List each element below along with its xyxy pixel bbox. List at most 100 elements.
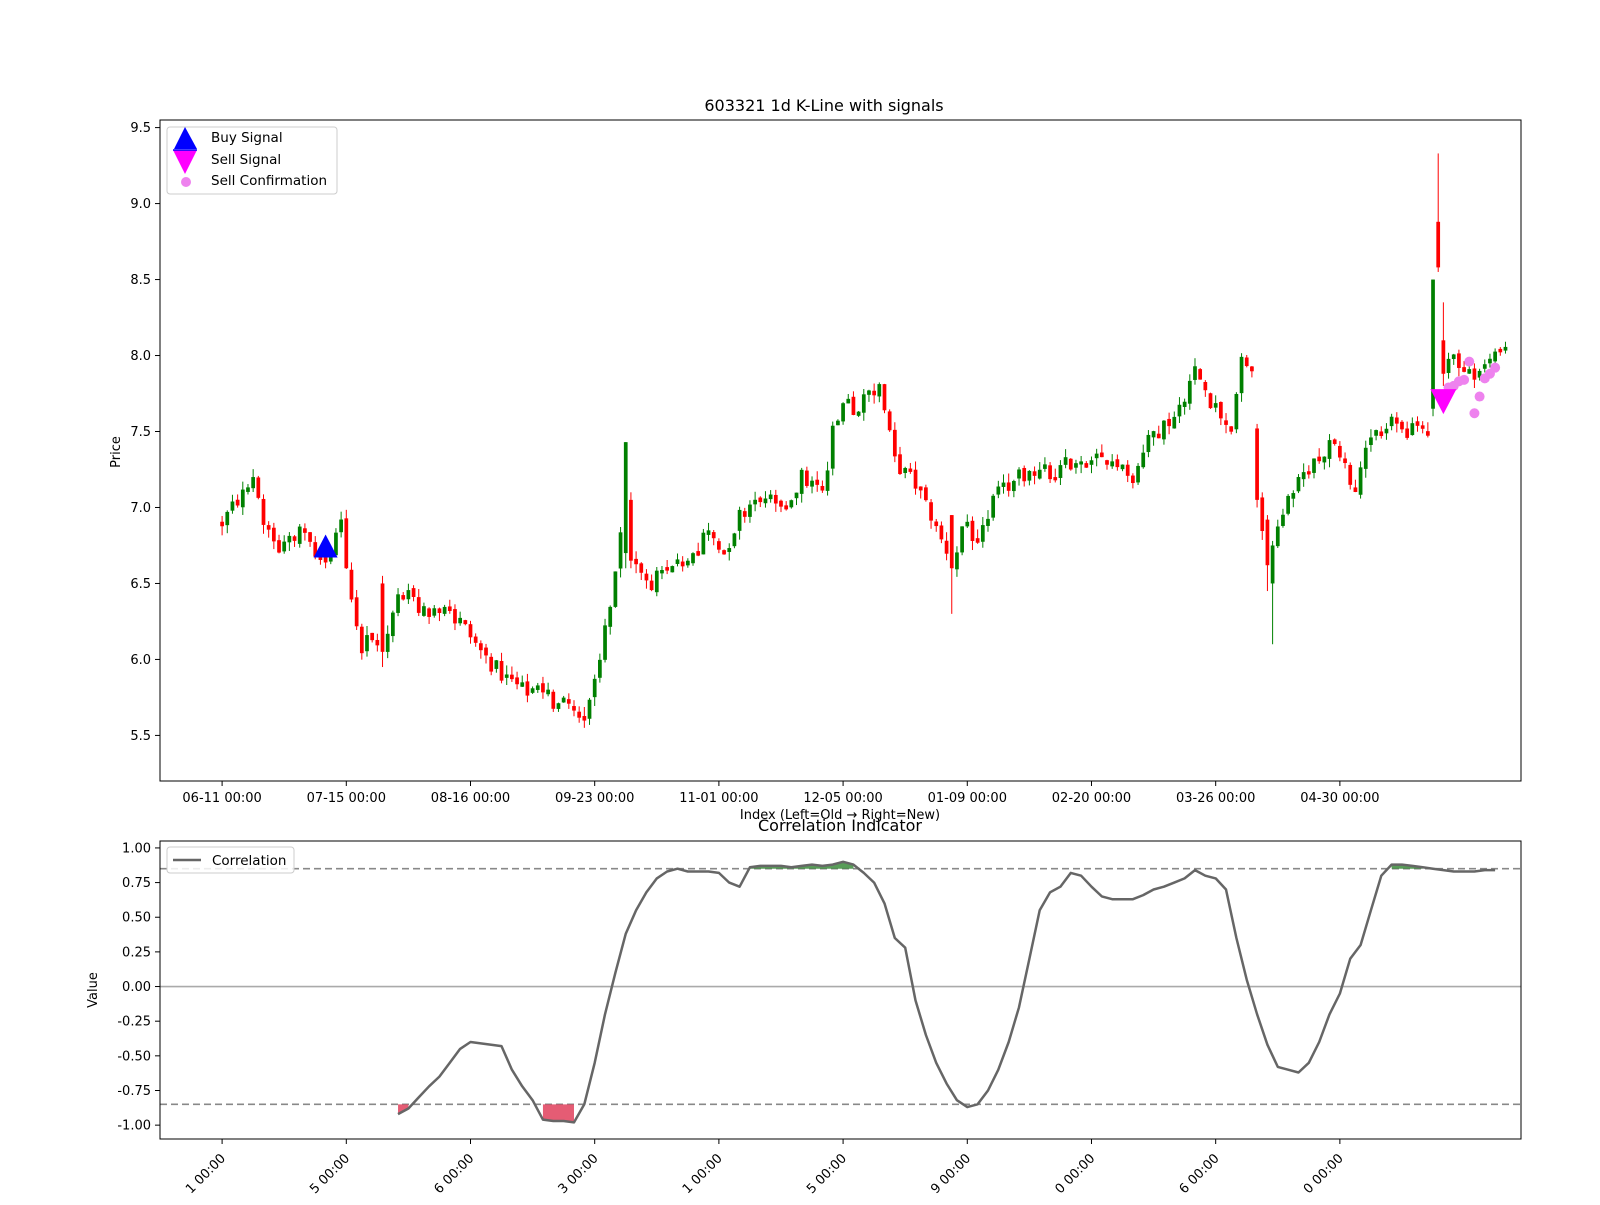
candle-body — [1446, 358, 1451, 373]
candle-body — [396, 594, 400, 613]
kline-y-axis-label: Price — [109, 436, 124, 468]
candle-body — [1363, 447, 1368, 469]
candle-body — [763, 498, 768, 504]
candle-body — [1338, 445, 1342, 458]
candle-body — [556, 703, 561, 709]
kline-x-tick-label: 03-26 00:00 — [1176, 791, 1255, 806]
candle-body — [1074, 463, 1078, 468]
candle-body — [261, 498, 266, 525]
candle-body — [1136, 465, 1140, 483]
kline-x-tick-label: 08-16 00:00 — [431, 791, 510, 806]
candle-body — [711, 532, 716, 539]
candle-body — [504, 674, 509, 678]
candle-body — [810, 480, 814, 487]
candle-body — [1353, 487, 1358, 492]
candle-body — [359, 626, 364, 654]
candle-body — [520, 682, 525, 687]
candle-body — [240, 489, 245, 508]
kline-x-tick-label: 11-01 00:00 — [679, 791, 758, 806]
candle-body — [701, 532, 706, 555]
candle-body — [391, 612, 395, 637]
candle-body — [1265, 519, 1270, 566]
candle-body — [975, 538, 980, 543]
candle-body — [328, 557, 333, 562]
candle-body — [458, 617, 463, 624]
correlation-y-tick-label: 0.50 — [122, 911, 151, 926]
candle-body — [960, 526, 964, 553]
candle-body — [1270, 545, 1275, 584]
candle-body — [572, 706, 576, 711]
kline-x-tick-label: 07-15 00:00 — [307, 791, 386, 806]
candle-body — [877, 384, 882, 397]
candle-body — [1011, 480, 1016, 492]
candle-body — [867, 390, 871, 395]
candle-body — [825, 470, 830, 491]
candle-body — [1037, 469, 1042, 479]
correlation-y-tick-label: 0.25 — [122, 945, 151, 960]
kline-x-tick-label: 01-09 00:00 — [928, 791, 1007, 806]
candle-body — [1462, 367, 1466, 372]
candle-body — [1229, 426, 1234, 432]
candle-body — [546, 689, 550, 695]
candle-body — [1374, 430, 1378, 436]
candle-body — [732, 533, 737, 547]
correlation-title: Correlation Indicator — [758, 816, 922, 835]
kline-x-tick-label: 04-30 00:00 — [1300, 791, 1379, 806]
candle-body — [1177, 404, 1182, 417]
candle-body — [1322, 456, 1327, 463]
correlation-y-tick-label: 1.00 — [122, 841, 151, 856]
candle-body — [846, 398, 851, 404]
candle-body — [541, 683, 545, 693]
candle-body — [535, 685, 540, 690]
candle-body — [970, 520, 975, 542]
candle-body — [1410, 423, 1415, 436]
candle-body — [1239, 356, 1244, 394]
candle-body — [722, 550, 726, 555]
candle-body — [675, 559, 680, 564]
candle-body — [515, 677, 519, 685]
candle-body — [903, 468, 908, 474]
candle-body — [934, 521, 939, 527]
correlation-y-tick-label: -0.75 — [117, 1084, 151, 1099]
candle-body — [1420, 425, 1425, 429]
candle-body — [608, 606, 613, 627]
sell-confirmation-point — [1469, 408, 1480, 419]
candle-body — [427, 608, 431, 617]
candle-body — [1027, 470, 1032, 481]
kline-x-tick-label: 06-11 00:00 — [182, 791, 261, 806]
candle-body — [1218, 402, 1223, 419]
candle-body — [365, 635, 369, 652]
candle-body — [1063, 457, 1068, 465]
candle-body — [1141, 452, 1146, 468]
candle-body — [499, 661, 504, 681]
candle-body — [566, 699, 571, 704]
candle-body — [1089, 460, 1094, 465]
candle-body — [473, 636, 478, 643]
candle-body — [1327, 440, 1332, 459]
candle-body — [1079, 461, 1083, 465]
candle-body — [561, 697, 566, 703]
candle-body — [1146, 434, 1151, 453]
candle-body — [1260, 497, 1265, 532]
legend-sell-signal: Sell Signal — [211, 152, 281, 168]
candle-body — [1291, 493, 1296, 499]
kline-y-tick-label: 9.0 — [130, 197, 151, 212]
candle-body — [1043, 464, 1047, 469]
candle-body — [1348, 464, 1353, 485]
candle-body — [654, 570, 659, 593]
candle-body — [820, 485, 825, 491]
candle-body — [898, 454, 902, 475]
candle-body — [432, 608, 437, 616]
candle-body — [287, 535, 292, 543]
candle-body — [1451, 354, 1456, 360]
candle-body — [986, 518, 990, 526]
candle-body — [1156, 433, 1161, 439]
candle-body — [1379, 431, 1384, 437]
candle-body — [784, 505, 789, 510]
candle-body — [334, 532, 338, 556]
candle-body — [297, 526, 302, 544]
candle-body — [230, 501, 235, 511]
candle-body — [856, 411, 861, 416]
candle-body — [1167, 418, 1171, 427]
figure: 603321 1d K-Line with signals 5.5 6.0 6.5 7… — [0, 0, 1600, 1200]
